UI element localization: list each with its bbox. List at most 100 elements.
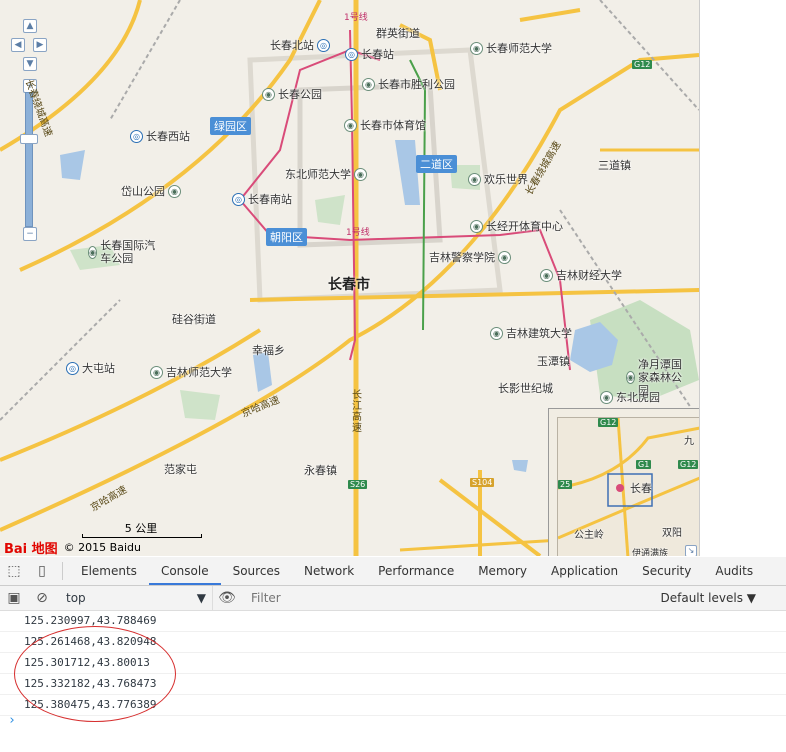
place-label: 群英街道 [376, 27, 420, 40]
context-selector[interactable]: top ▼ [60, 586, 213, 610]
overview-toggle-icon[interactable]: ↘ [685, 545, 697, 556]
district-label: 朝阳区 [266, 228, 307, 246]
log-levels-dropdown[interactable]: Default levels ▼ [661, 591, 786, 605]
pan-up-icon[interactable]: ▲ [23, 19, 37, 33]
tab-memory[interactable]: Memory [466, 557, 539, 585]
poi-label[interactable]: ◉ 长经开体育中心 [470, 218, 563, 234]
baidu-logo[interactable]: Bai 地图 © 2015 Baidu [4, 538, 141, 556]
poi-label[interactable]: ◉ 欢乐世界 [468, 171, 528, 187]
overview-shield: 25 [558, 480, 573, 489]
poi-label[interactable]: 长春北站 ◎ [270, 37, 330, 53]
tab-network[interactable]: Network [292, 557, 366, 585]
poi-icon: ◉ [262, 87, 275, 101]
poi-label[interactable]: ◎ 长春西站 [130, 128, 190, 144]
poi-label[interactable]: ◉ 长春国际汽车公园 [88, 239, 158, 265]
poi-icon: ◉ [540, 268, 553, 282]
highway-shield: S104 [470, 478, 495, 487]
overview-place: 九 [684, 436, 694, 447]
pan-right-icon[interactable]: ▶ [33, 38, 47, 52]
poi-icon: ◉ [168, 184, 181, 198]
pan-left-icon[interactable]: ◀ [11, 38, 25, 52]
pan-down-icon[interactable]: ▼ [23, 57, 37, 71]
overview-shield: G1 [636, 460, 652, 469]
district-label: 绿园区 [210, 117, 251, 135]
poi-icon: ◉ [354, 167, 367, 181]
zoom-slider[interactable] [25, 92, 33, 227]
dropdown-icon: ▼ [196, 591, 206, 605]
overview-place: 公主岭 [574, 530, 604, 541]
overview-place: 长春 [630, 482, 652, 495]
place-label: 长影世纪城 [498, 382, 553, 395]
devtools-tab-bar: ⬚ ▯ Elements Console Sources Network Per… [0, 557, 786, 586]
district-label: 二道区 [416, 155, 457, 173]
poi-label[interactable]: ◉ 长春市胜利公园 [362, 76, 455, 92]
clear-console-icon[interactable]: ⊘ [28, 586, 56, 610]
metro-line-label: 1号线 [346, 228, 370, 238]
poi-label[interactable]: ◎ 长春站 [345, 46, 394, 62]
station-icon: ◎ [232, 192, 245, 206]
poi-icon: ◉ [490, 326, 503, 340]
poi-label[interactable]: ◉ 吉林师范大学 [150, 364, 232, 380]
place-label: 幸福乡 [252, 344, 285, 357]
place-label: 永春镇 [304, 464, 337, 477]
eye-icon[interactable]: 👁 [213, 586, 241, 610]
poi-label[interactable]: ◎ 大屯站 [66, 360, 115, 376]
tab-application[interactable]: Application [539, 557, 630, 585]
overview-map[interactable]: G12 G1 G12 25 长春 公主岭 双阳 九 伊通满族 ↘ [548, 408, 699, 556]
tab-console[interactable]: Console [148, 557, 221, 585]
logo-text: Bai 地图 [4, 542, 58, 556]
map-canvas[interactable]: ▲ ◀ ▶ ▼ + − 绿园区 二道区 朝阳区 长春市 长春北站 ◎ ◎ 长春站 群… [0, 0, 700, 556]
copyright-text: © 2015 Baidu [63, 541, 141, 554]
station-icon: ◎ [66, 361, 79, 375]
highway-shield: S26 [348, 480, 368, 489]
place-label: 东北师范大学 ◉ [285, 166, 367, 182]
tab-audits[interactable]: Audits [703, 557, 765, 585]
scale-bar: 5 公里 [82, 520, 202, 538]
poi-icon: ◉ [150, 365, 163, 379]
highway-shield: G12 [632, 60, 653, 69]
station-icon: ◎ [345, 47, 358, 61]
metro-line-label: 1号线 [344, 13, 368, 23]
tab-elements[interactable]: Elements [69, 557, 149, 585]
device-toolbar-icon[interactable]: ▯ [28, 557, 56, 585]
poi-label[interactable]: ◉ 吉林建筑大学 [490, 325, 572, 341]
poi-label[interactable]: 吉林警察学院 ◉ [429, 249, 511, 265]
highway-label: 长江高速 [352, 390, 362, 434]
poi-label[interactable]: ◉ 长春师范大学 [470, 40, 552, 56]
poi-icon: ◉ [498, 250, 511, 264]
poi-label[interactable]: ◉ 吉林财经大学 [540, 267, 622, 283]
annotation-circle [14, 626, 176, 722]
poi-icon: ◉ [88, 245, 98, 259]
poi-icon: ◉ [362, 77, 375, 91]
poi-label[interactable]: ◉ 东北虎园 [600, 389, 660, 405]
poi-label[interactable]: ◉ 长春市体育馆 [344, 117, 426, 133]
poi-icon: ◉ [470, 41, 483, 55]
zoom-out-icon[interactable]: − [23, 227, 37, 241]
tab-security[interactable]: Security [630, 557, 703, 585]
poi-icon: ◉ [468, 172, 481, 186]
tab-sources[interactable]: Sources [221, 557, 292, 585]
zoom-slider-handle[interactable] [20, 134, 38, 144]
city-label: 长春市 [328, 277, 370, 293]
overview-frame: G12 G1 G12 25 长春 公主岭 双阳 九 伊通满族 [557, 417, 699, 556]
poi-icon: ◉ [600, 390, 613, 404]
context-value: top [66, 591, 86, 605]
poi-icon: ◉ [344, 118, 357, 132]
place-label: 硅谷街道 [172, 313, 216, 326]
filter-input[interactable] [249, 588, 643, 608]
overview-place: 双阳 [662, 528, 682, 539]
console-prompt-icon[interactable]: › [8, 713, 16, 728]
place-label: 范家屯 [164, 463, 197, 476]
poi-icon: ◉ [470, 219, 483, 233]
poi-label[interactable]: 岱山公园 ◉ [121, 183, 181, 199]
poi-label[interactable]: ◉ 长春公园 [262, 86, 322, 102]
show-sidebar-icon[interactable]: ▣ [0, 586, 28, 610]
tab-divider [62, 562, 63, 580]
place-label: 玉潭镇 [537, 355, 570, 368]
overview-shield: G12 [678, 460, 699, 469]
overview-place: 伊通满族 [632, 549, 669, 556]
poi-label[interactable]: ◎ 长春南站 [232, 191, 292, 207]
inspect-element-icon[interactable]: ⬚ [0, 557, 28, 585]
poi-icon: ◉ [626, 371, 635, 384]
tab-performance[interactable]: Performance [366, 557, 466, 585]
